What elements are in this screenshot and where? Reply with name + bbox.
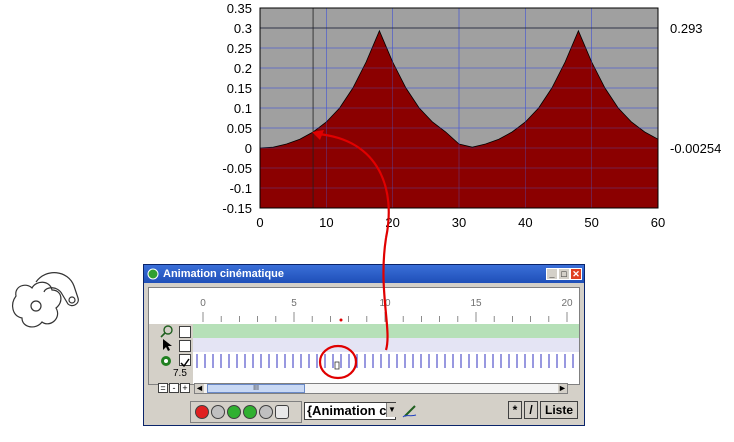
ruler-tick-label: 20 xyxy=(561,298,573,309)
y-tick-label: 0.3 xyxy=(234,21,252,36)
y-tick-label: 0 xyxy=(245,141,252,156)
window-title: Animation cinématique xyxy=(163,268,285,280)
playback-toolbar: {Animation c ▼ * / Liste xyxy=(188,401,584,423)
y-tick-label: 0.1 xyxy=(234,101,252,116)
timeline-cursor-handle[interactable] xyxy=(334,361,340,370)
y-tick-label: 0.15 xyxy=(227,81,252,96)
timeline-row-animation[interactable] xyxy=(193,352,579,370)
x-tick-label: 30 xyxy=(452,215,466,230)
maximize-button[interactable]: □ xyxy=(558,268,570,280)
animation-window: Animation cinématique _ □ ✕ 0 5 10 15 20 xyxy=(143,264,585,426)
x-tick-label: 40 xyxy=(518,215,532,230)
chevron-down-icon[interactable]: ▼ xyxy=(386,403,397,417)
animation-track-checkbox[interactable] xyxy=(179,354,191,368)
x-tick-label: 0 xyxy=(256,215,263,230)
y-tick-label: -0.15 xyxy=(222,201,252,216)
ruler-tick-label: 10 xyxy=(379,298,391,309)
scroll-left-button[interactable]: ◄ xyxy=(195,384,204,393)
timeline-panel: 0 5 10 15 20 7.5 xyxy=(148,287,580,385)
window-titlebar[interactable]: Animation cinématique _ □ ✕ xyxy=(144,265,584,283)
pointer-icon[interactable] xyxy=(161,338,173,352)
min-value-label: -0.00254 xyxy=(670,141,721,156)
scroll-thumb[interactable]: III xyxy=(207,384,305,393)
y-tick-label: 0.2 xyxy=(234,61,252,76)
star-button[interactable]: * xyxy=(508,401,522,419)
stop-button[interactable] xyxy=(275,405,289,419)
y-tick-label: -0.05 xyxy=(222,161,252,176)
view-track-checkbox[interactable] xyxy=(179,326,191,338)
list-button[interactable]: Liste xyxy=(540,401,578,419)
close-button[interactable]: ✕ xyxy=(570,268,582,280)
timeline-scrollbar[interactable]: ◄ III ► xyxy=(194,383,568,394)
minimize-button[interactable]: _ xyxy=(546,268,558,280)
y-tick-label: 0.05 xyxy=(227,121,252,136)
slash-button[interactable]: / xyxy=(524,401,538,419)
x-tick-label: 20 xyxy=(385,215,399,230)
y-tick-label: 0.35 xyxy=(227,1,252,16)
y-tick-label: 0.25 xyxy=(227,41,252,56)
ruler-tick-label: 15 xyxy=(470,298,482,309)
edit-pen-icon[interactable] xyxy=(402,404,418,418)
x-tick-label: 60 xyxy=(651,215,665,230)
timeline-row-select[interactable] xyxy=(193,338,579,352)
x-tick-label: 50 xyxy=(584,215,598,230)
cam-mechanism-icon xyxy=(12,272,79,328)
track-tools: 7.5 xyxy=(149,324,193,384)
timeline-scrollbar-row: = - + ◄ III ► xyxy=(158,383,578,395)
zoom-in-button[interactable]: + xyxy=(180,383,190,393)
play-button[interactable] xyxy=(227,405,241,419)
ruler-tick-label: 0 xyxy=(200,298,206,309)
select-track-checkbox[interactable] xyxy=(179,340,191,352)
play-loop-button[interactable] xyxy=(243,405,257,419)
current-time-marker xyxy=(339,318,343,322)
zoom-reset-button[interactable]: = xyxy=(158,383,168,393)
animation-track-icon[interactable] xyxy=(159,353,175,367)
step-back-button[interactable] xyxy=(211,405,225,419)
timeline-row-view[interactable] xyxy=(193,324,579,338)
ruler-tick-label: 5 xyxy=(291,298,297,309)
check-icon xyxy=(180,358,190,368)
animation-app-icon xyxy=(147,268,159,280)
record-button[interactable] xyxy=(195,405,209,419)
speed-value: 7.5 xyxy=(173,368,187,379)
y-tick-label: -0.1 xyxy=(230,181,252,196)
playback-controls xyxy=(190,401,302,423)
x-tick-label: 10 xyxy=(319,215,333,230)
zoom-out-button[interactable]: - xyxy=(169,383,179,393)
pause-button[interactable] xyxy=(259,405,273,419)
max-value-label: 0.293 xyxy=(670,21,703,36)
zoom-icon[interactable] xyxy=(159,324,175,338)
animation-select[interactable]: {Animation c xyxy=(304,402,396,420)
cam-profile-chart: 0.35 0.3 0.25 0.2 0.15 0.1 0.05 0 -0.05 -0.1 -0.15… xyxy=(222,1,721,230)
scroll-right-button[interactable]: ► xyxy=(558,384,567,393)
